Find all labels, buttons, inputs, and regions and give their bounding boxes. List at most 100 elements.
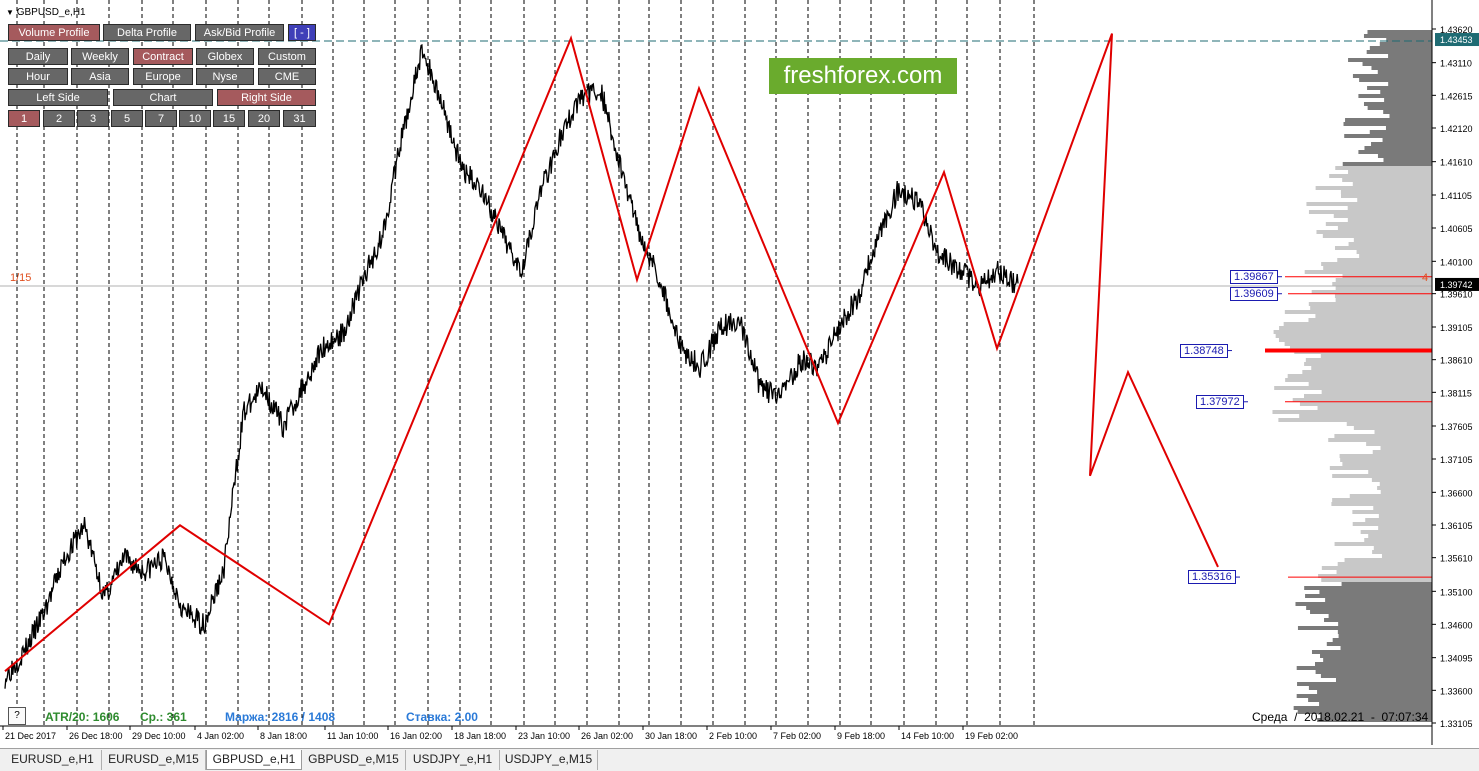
- profile-bar: [1308, 686, 1432, 690]
- price-tick-label-4: 1.41610: [1440, 158, 1473, 168]
- profile-bar: [1335, 166, 1432, 170]
- profile-bar: [1380, 90, 1432, 94]
- profile-bar: [1359, 78, 1432, 82]
- toolbar-row2-button-0[interactable]: Daily: [8, 48, 68, 65]
- profile-bar: [1332, 638, 1432, 642]
- price-tick-label-11: 1.38115: [1440, 388, 1472, 398]
- toolbar-row1-button-0[interactable]: Volume Profile: [8, 24, 100, 41]
- profile-bar: [1348, 170, 1432, 174]
- profile-bar: [1364, 146, 1432, 150]
- time-tick-label-7: 18 Jan 18:00: [454, 731, 506, 741]
- toolbar-row5-button-3[interactable]: 5: [111, 110, 143, 127]
- toolbar-row5-button-2[interactable]: 3: [77, 110, 109, 127]
- chart-tab-3[interactable]: GBPUSD_e,M15: [302, 750, 406, 770]
- profile-bar: [1310, 610, 1432, 614]
- chart-tab-1[interactable]: EURUSD_e,M15: [102, 750, 206, 770]
- time-tick-label-5: 11 Jan 10:00: [327, 731, 378, 741]
- profile-bar: [1273, 330, 1432, 334]
- toolbar-row3-button-0[interactable]: Hour: [8, 68, 68, 85]
- profile-bar: [1310, 306, 1432, 310]
- price-tick-label-20: 1.33600: [1440, 686, 1473, 696]
- profile-bar: [1305, 594, 1432, 598]
- symbol-title: ▼ GBPUSD_e,H1: [6, 7, 86, 18]
- profile-bar: [1332, 474, 1432, 478]
- toolbar-row2-button-1[interactable]: Weekly: [71, 48, 129, 65]
- toolbar-row5-button-0[interactable]: 1: [8, 110, 40, 127]
- toolbar-row4-button-0[interactable]: Left Side: [8, 89, 108, 106]
- volume-profile: [1272, 30, 1432, 722]
- toolbar-row5-button-8[interactable]: 31: [283, 110, 316, 127]
- help-button[interactable]: ?: [8, 707, 26, 725]
- toolbar-row5-button-5[interactable]: 10: [179, 110, 211, 127]
- chart-tab-0[interactable]: EURUSD_e,H1: [4, 750, 102, 770]
- toolbar-row2-button-3[interactable]: Globex: [196, 48, 254, 65]
- toolbar-row5-button-7[interactable]: 20: [248, 110, 280, 127]
- profile-bar: [1287, 374, 1432, 378]
- profile-bar: [1337, 562, 1432, 566]
- profile-bar: [1315, 670, 1432, 674]
- profile-bar: [1333, 214, 1432, 218]
- toolbar-row5-button-4[interactable]: 7: [145, 110, 177, 127]
- profile-bar: [1380, 446, 1432, 450]
- profile-bar: [1347, 218, 1432, 222]
- profile-level-label-1: 1.39609: [1230, 286, 1278, 301]
- profile-bar: [1352, 74, 1432, 78]
- toolbar-row3-button-2[interactable]: Europe: [133, 68, 193, 85]
- toolbar-row5-button-1[interactable]: 2: [43, 110, 75, 127]
- profile-bar: [1359, 254, 1432, 258]
- profile-bar: [1349, 494, 1432, 498]
- profile-bar: [1338, 634, 1432, 638]
- profile-bar: [1371, 66, 1432, 70]
- profile-bar: [1388, 82, 1432, 86]
- profile-bar: [1297, 626, 1432, 630]
- chart-tab-4[interactable]: USDJPY_e,H1: [406, 750, 500, 770]
- profile-bar: [1362, 62, 1432, 66]
- toolbar-row1-button-2[interactable]: Ask/Bid Profile: [195, 24, 284, 41]
- profile-bar: [1379, 42, 1432, 46]
- profile-bar: [1381, 554, 1432, 558]
- profile-bar: [1371, 142, 1432, 146]
- profile-bar: [1347, 206, 1432, 210]
- margin-stat: Маржа: 2816 / 1408: [225, 710, 336, 724]
- toolbar-row1-button-3[interactable]: [ - ]: [288, 24, 316, 41]
- profile-bar: [1304, 270, 1432, 274]
- toolbar-row3-button-1[interactable]: Asia: [71, 68, 129, 85]
- profile-bar: [1367, 30, 1432, 34]
- profile-bar: [1339, 454, 1432, 458]
- price-tick-label-9: 1.39105: [1440, 323, 1473, 333]
- toolbar-row2-button-4[interactable]: Custom: [258, 48, 316, 65]
- chart-tab-5[interactable]: USDJPY_e,M15: [500, 750, 598, 770]
- profile-bar: [1369, 130, 1432, 134]
- chart-tab-2[interactable]: GBPUSD_e,H1: [206, 750, 302, 770]
- profile-bar: [1304, 362, 1432, 366]
- dropdown-triangle-icon[interactable]: ▼: [6, 8, 14, 17]
- avg-stat: Ср.: 361: [140, 710, 187, 724]
- price-tick-label-2: 1.42615: [1440, 91, 1473, 101]
- profile-bar: [1308, 698, 1432, 702]
- profile-bar: [1342, 462, 1432, 466]
- price-tick-label-15: 1.36105: [1440, 521, 1473, 531]
- toolbar-row2-button-2[interactable]: Contract: [133, 48, 193, 65]
- profile-bar: [1325, 222, 1432, 226]
- price-series: [4, 43, 1019, 689]
- toolbar-row3-button-4[interactable]: CME: [258, 68, 316, 85]
- toolbar-row4-button-2[interactable]: Right Side: [217, 89, 316, 106]
- profile-bar: [1331, 502, 1432, 506]
- toolbar-row3-button-3[interactable]: Nyse: [196, 68, 254, 85]
- profile-bar: [1326, 642, 1432, 646]
- toolbar-row5-button-6[interactable]: 15: [213, 110, 245, 127]
- profile-bar: [1385, 126, 1432, 130]
- profile-bar: [1378, 514, 1432, 518]
- price-tick-label-12: 1.37605: [1440, 422, 1473, 432]
- profile-level-label-2: 1.38748: [1180, 343, 1228, 358]
- price-axis: 1.436201.431101.426151.421201.416101.411…: [1432, 25, 1479, 729]
- price-tick-label-19: 1.34095: [1440, 654, 1473, 664]
- time-tick-label-3: 4 Jan 02:00: [197, 731, 244, 741]
- profile-bar: [1364, 538, 1432, 542]
- ask-price-label: 1.43453: [1440, 35, 1473, 45]
- toolbar-row4-button-1[interactable]: Chart: [113, 89, 213, 106]
- profile-bar: [1363, 102, 1432, 106]
- profile-bar: [1308, 318, 1432, 322]
- toolbar-row1-button-1[interactable]: Delta Profile: [103, 24, 191, 41]
- time-tick-label-11: 2 Feb 10:00: [709, 731, 757, 741]
